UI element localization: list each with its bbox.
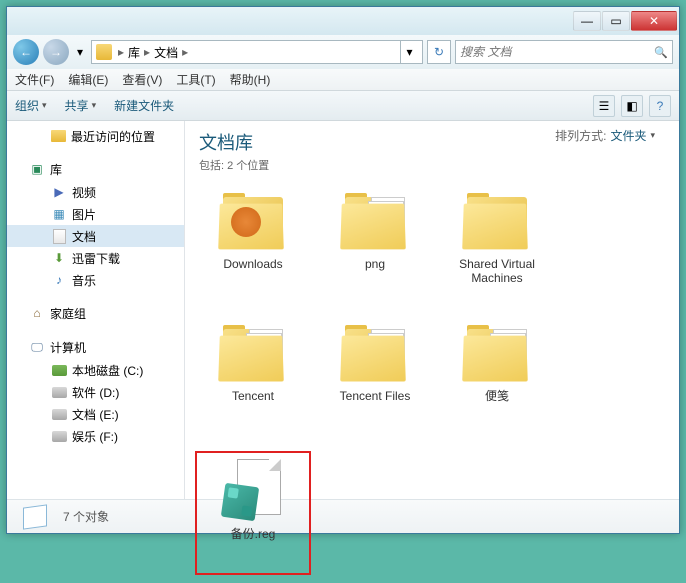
drive-icon	[51, 362, 67, 378]
folder-icon	[217, 325, 289, 383]
sidebar-item-drive-f[interactable]: 娱乐 (F:)	[7, 425, 184, 447]
breadcrumb[interactable]: ▸ 库 ▸ 文档 ▸ ▾	[91, 40, 423, 64]
view-options-button[interactable]: ☰	[593, 95, 615, 117]
maximize-button[interactable]: ▭	[602, 11, 630, 31]
library-icon	[96, 44, 112, 60]
folder-icon	[461, 193, 533, 251]
sidebar-item-recent[interactable]: 最近访问的位置	[7, 125, 184, 147]
search-icon: 🔍	[654, 46, 668, 59]
sidebar-group-libraries[interactable]: ▣库	[7, 157, 184, 181]
sidebar-item-drive-d[interactable]: 软件 (D:)	[7, 381, 184, 403]
menu-view[interactable]: 查看(V)	[122, 71, 162, 88]
search-box[interactable]: 🔍	[455, 40, 673, 64]
share-button[interactable]: 共享▾	[65, 97, 97, 114]
folder-icon	[461, 325, 533, 383]
item-label: Tencent Files	[340, 389, 411, 403]
item-label: Shared Virtual Machines	[442, 257, 552, 286]
recent-icon	[51, 130, 66, 142]
folder-icon	[217, 193, 289, 251]
music-icon: ♪	[51, 272, 67, 288]
toolbar-right: ☰ ◧ ?	[593, 95, 671, 117]
chevron-right-icon: ▸	[144, 45, 150, 59]
item-label: 备份.reg	[231, 527, 276, 541]
nav-row: ← → ▾ ▸ 库 ▸ 文档 ▸ ▾ ↻ 🔍	[7, 35, 679, 69]
new-folder-button[interactable]: 新建文件夹	[114, 97, 174, 114]
item-label: Tencent	[232, 389, 274, 403]
status-icon	[19, 504, 51, 530]
item-label: Downloads	[223, 257, 282, 271]
menu-tools[interactable]: 工具(T)	[176, 71, 215, 88]
drive-icon	[51, 428, 67, 444]
status-text: 7 个对象	[63, 508, 109, 525]
body: 最近访问的位置 ▣库 ▶视频 ▦图片 文档 ⬇迅雷下载 ♪音乐 ⌂家庭组 🖵计算…	[7, 121, 679, 499]
registry-file-icon	[221, 459, 285, 523]
back-button[interactable]: ←	[13, 39, 39, 65]
computer-icon: 🖵	[29, 339, 45, 355]
picture-icon: ▦	[51, 206, 67, 222]
content-pane: 文档库 包括: 2 个位置 排列方式: 文件夹 ▾ Downloads png	[185, 121, 679, 499]
menu-file[interactable]: 文件(F)	[15, 71, 54, 88]
sidebar-item-download[interactable]: ⬇迅雷下载	[7, 247, 184, 269]
sidebar-item-pictures[interactable]: ▦图片	[7, 203, 184, 225]
folder-item[interactable]: Shared Virtual Machines	[439, 187, 555, 311]
refresh-icon: ↻	[434, 45, 444, 59]
sidebar-item-documents[interactable]: 文档	[7, 225, 184, 247]
sort-value[interactable]: 文件夹	[610, 127, 646, 144]
chevron-right-icon: ▸	[182, 45, 188, 59]
drive-icon	[51, 406, 67, 422]
document-icon	[51, 228, 67, 244]
preview-pane-button[interactable]: ◧	[621, 95, 643, 117]
sidebar-item-music[interactable]: ♪音乐	[7, 269, 184, 291]
folder-item[interactable]: 便笺	[439, 319, 555, 443]
file-item-reg[interactable]: 备份.reg	[195, 451, 311, 575]
menubar: 文件(F) 编辑(E) 查看(V) 工具(T) 帮助(H)	[7, 69, 679, 91]
chevron-down-icon: ▾	[42, 100, 47, 111]
folder-item[interactable]: Downloads	[195, 187, 311, 311]
chevron-down-icon: ▾	[650, 130, 655, 141]
search-input[interactable]	[460, 45, 654, 59]
breadcrumb-item[interactable]: 文档	[152, 43, 180, 62]
download-icon: ⬇	[51, 250, 67, 266]
sidebar-item-drive-e[interactable]: 文档 (E:)	[7, 403, 184, 425]
folder-item[interactable]: png	[317, 187, 433, 311]
chevron-down-icon: ▾	[92, 100, 97, 111]
chevron-right-icon: ▸	[118, 45, 124, 59]
homegroup-icon: ⌂	[29, 305, 45, 321]
video-icon: ▶	[51, 184, 67, 200]
library-icon: ▣	[29, 161, 45, 177]
breadcrumb-item[interactable]: 库	[126, 43, 142, 62]
item-label: 便笺	[485, 389, 509, 403]
help-button[interactable]: ?	[649, 95, 671, 117]
sidebar-item-video[interactable]: ▶视频	[7, 181, 184, 203]
page-subtitle[interactable]: 包括: 2 个位置	[199, 157, 665, 173]
folder-icon	[339, 193, 411, 251]
forward-button[interactable]: →	[43, 39, 69, 65]
item-label: png	[365, 257, 385, 271]
minimize-button[interactable]: —	[573, 11, 601, 31]
menu-help[interactable]: 帮助(H)	[230, 71, 271, 88]
folder-item[interactable]: Tencent	[195, 319, 311, 443]
sort-control[interactable]: 排列方式: 文件夹 ▾	[555, 127, 655, 144]
sidebar-group-computer[interactable]: 🖵计算机	[7, 335, 184, 359]
folder-item[interactable]: Tencent Files	[317, 319, 433, 443]
toolbar: 组织▾ 共享▾ 新建文件夹 ☰ ◧ ?	[7, 91, 679, 121]
drive-icon	[51, 384, 67, 400]
sidebar-group-homegroup[interactable]: ⌂家庭组	[7, 301, 184, 325]
close-button[interactable]: ✕	[631, 11, 677, 31]
titlebar: — ▭ ✕	[7, 7, 679, 35]
menu-edit[interactable]: 编辑(E)	[68, 71, 108, 88]
explorer-window: — ▭ ✕ ← → ▾ ▸ 库 ▸ 文档 ▸ ▾ ↻ 🔍 文件(F) 编辑(E)…	[6, 6, 680, 534]
organize-button[interactable]: 组织▾	[15, 97, 47, 114]
items-grid: Downloads png Shared Virtual Machines Te…	[185, 179, 679, 583]
nav-history-dropdown[interactable]: ▾	[73, 42, 87, 62]
sidebar: 最近访问的位置 ▣库 ▶视频 ▦图片 文档 ⬇迅雷下载 ♪音乐 ⌂家庭组 🖵计算…	[7, 121, 185, 499]
folder-icon	[339, 325, 411, 383]
breadcrumb-dropdown[interactable]: ▾	[400, 41, 418, 63]
refresh-button[interactable]: ↻	[427, 40, 451, 64]
sidebar-item-drive-c[interactable]: 本地磁盘 (C:)	[7, 359, 184, 381]
sort-label: 排列方式:	[555, 127, 606, 144]
